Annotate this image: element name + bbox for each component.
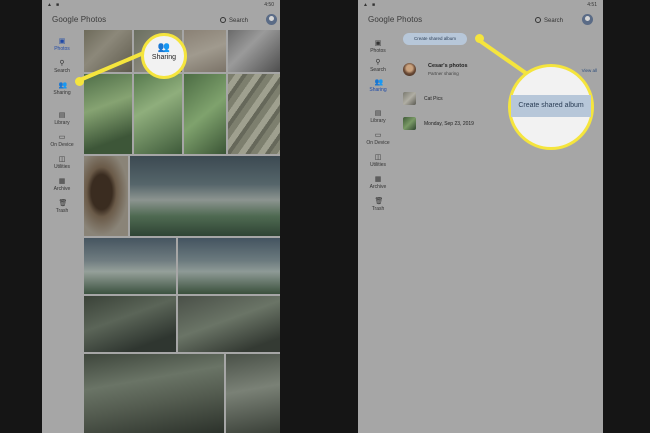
photo-thumbnail[interactable] (226, 354, 280, 433)
photo-thumbnail[interactable] (84, 296, 176, 352)
app-bar: Google Photos Search (358, 11, 603, 27)
partner-avatar[interactable] (403, 63, 416, 76)
app-logo: Google Photos (368, 15, 422, 24)
search-label: Search (544, 18, 564, 24)
sharing-screen-panel: ▲ ■ 4:51 Google Photos Search ▣ Photos ⚲… (358, 0, 603, 433)
trash-icon: 🗑 (374, 198, 384, 205)
status-time: 4:50 (264, 2, 274, 8)
photo-thumbnail[interactable] (228, 30, 280, 72)
app-title: Google Photos (368, 15, 423, 24)
album-thumbnail[interactable] (403, 92, 416, 105)
sharing-icon: 👥 (157, 42, 171, 53)
nav-item-on-device[interactable]: ▭ On Device (358, 132, 398, 146)
photo-thumbnail[interactable] (184, 74, 226, 154)
photo-thumbnail[interactable] (84, 156, 128, 236)
status-time: 4:51 (587, 2, 597, 8)
photo-thumbnail[interactable] (130, 156, 280, 236)
warning-icon: ▲ (47, 2, 52, 8)
search-button[interactable]: Search (220, 16, 248, 24)
utilities-icon: ◫ (374, 154, 382, 161)
nav-item-trash[interactable]: 🗑 Trash (42, 200, 82, 214)
image-icon: ■ (372, 2, 376, 8)
view-all-link[interactable]: View all (582, 68, 597, 73)
sharing-icon: 👥 (374, 79, 384, 86)
callout-dot (475, 34, 484, 43)
photo-thumbnail[interactable] (134, 74, 182, 154)
search-icon (220, 17, 226, 23)
photo-grid (84, 30, 280, 433)
folder-icon: ▭ (374, 132, 382, 139)
app-logo: Google Photos (52, 15, 106, 24)
nav-item-on-device[interactable]: ▭ On Device (42, 134, 82, 148)
archive-icon: ▦ (58, 178, 66, 185)
search-icon: ⚲ (59, 60, 65, 67)
nav-item-archive[interactable]: ▦ Archive (42, 178, 82, 192)
status-bar: ▲ ■ 4:50 (42, 0, 280, 9)
library-icon: ▤ (58, 112, 66, 119)
sharing-callout-bubble: 👥 Sharing (141, 33, 187, 79)
create-shared-album-button[interactable]: Create shared album (403, 33, 467, 45)
utilities-icon: ◫ (58, 156, 66, 163)
photo-thumbnail[interactable] (84, 74, 132, 154)
nav-item-library[interactable]: ▤ Library (42, 112, 82, 126)
warning-icon: ▲ (363, 2, 368, 8)
photos-icon: ▣ (374, 40, 382, 47)
callout-label: Sharing (151, 54, 177, 61)
partner-subtitle: Partner sharing (428, 71, 459, 76)
avatar[interactable] (266, 14, 277, 25)
avatar[interactable] (582, 14, 593, 25)
folder-icon: ▭ (58, 134, 66, 141)
photos-icon: ▣ (58, 38, 66, 45)
photo-thumbnail[interactable] (84, 238, 176, 294)
photo-thumbnail[interactable] (228, 74, 280, 154)
app-title: Google Photos (52, 15, 107, 24)
library-icon: ▤ (374, 110, 382, 117)
nav-item-archive[interactable]: ▦ Archive (358, 176, 398, 190)
search-icon (535, 17, 541, 23)
photo-thumbnail[interactable] (84, 354, 224, 433)
nav-item-trash[interactable]: 🗑 Trash (358, 198, 398, 212)
album-thumbnail[interactable] (403, 117, 416, 130)
image-icon: ■ (56, 2, 60, 8)
search-label: Search (229, 18, 249, 24)
status-bar: ▲ ■ 4:51 (358, 0, 603, 9)
nav-item-photos[interactable]: ▣ Photos (358, 40, 398, 54)
nav-item-utilities[interactable]: ◫ Utilities (358, 154, 398, 168)
create-album-callout-bubble: Create shared album (508, 64, 594, 150)
callout-dot (75, 77, 84, 86)
trash-icon: 🗑 (58, 200, 68, 207)
photo-thumbnail[interactable] (178, 296, 280, 352)
nav-item-library[interactable]: ▤ Library (358, 110, 398, 124)
photos-screen-panel: ▲ ■ 4:50 Google Photos Search ▣ Photos ⚲… (42, 0, 280, 433)
app-bar: Google Photos Search (42, 11, 280, 27)
album-title-cat-pics[interactable]: Cat Pics (424, 96, 443, 102)
screenshot-stage: ▲ ■ 4:50 Google Photos Search ▣ Photos ⚲… (0, 0, 650, 433)
nav-item-utilities[interactable]: ◫ Utilities (42, 156, 82, 170)
nav-item-search[interactable]: ⚲ Search (358, 59, 398, 73)
photo-thumbnail[interactable] (178, 238, 280, 294)
nav-item-sharing[interactable]: 👥 Sharing (358, 79, 398, 93)
album-title-date[interactable]: Monday, Sep 23, 2019 (424, 121, 474, 127)
nav-item-photos[interactable]: ▣ Photos (42, 38, 82, 52)
partner-title[interactable]: Cesar's photos (428, 63, 468, 69)
sharing-icon: 👥 (58, 82, 68, 89)
archive-icon: ▦ (374, 176, 382, 183)
search-icon: ⚲ (375, 59, 381, 66)
nav-item-search[interactable]: ⚲ Search (42, 60, 82, 74)
photo-thumbnail[interactable] (184, 30, 226, 72)
search-button[interactable]: Search (535, 16, 563, 24)
callout-label: Create shared album (511, 95, 591, 117)
